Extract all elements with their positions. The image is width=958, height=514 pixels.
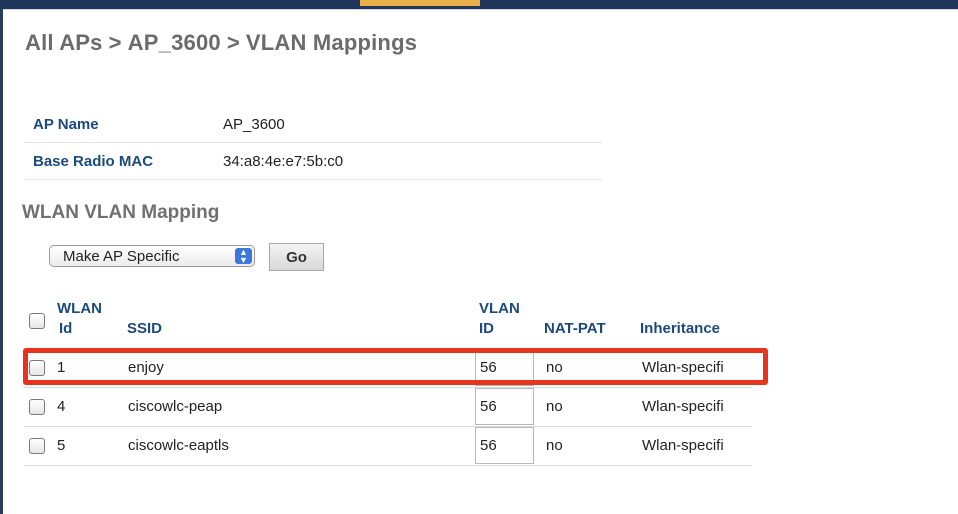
breadcrumb-separator: > xyxy=(108,30,122,55)
ssid-cell: enjoy xyxy=(128,359,164,376)
active-tab-accent xyxy=(360,0,480,6)
table-row: 5 ciscowlc-eaptls no Wlan-specifi xyxy=(24,427,752,466)
nat-pat-cell: no xyxy=(546,359,563,376)
section-title: WLAN VLAN Mapping xyxy=(22,202,220,223)
vlan-id-input[interactable] xyxy=(475,388,534,425)
header-wlan-id: WLAN Id xyxy=(57,299,102,339)
ssid-cell: ciscowlc-eaptls xyxy=(128,437,229,454)
breadcrumb-ap[interactable]: AP_3600 xyxy=(128,30,221,55)
inheritance-cell: Wlan-specifi xyxy=(642,398,724,415)
breadcrumb: All APs > AP_3600 > VLAN Mappings xyxy=(25,30,417,56)
nat-pat-cell: no xyxy=(546,398,563,415)
left-frame-edge xyxy=(0,9,3,514)
ap-name-label: AP Name xyxy=(24,106,203,143)
base-radio-mac-row: Base Radio MAC 34:a8:4e:e7:5b:c0 xyxy=(24,142,602,180)
ap-name-row: AP Name AP_3600 xyxy=(24,106,602,143)
header-inheritance: Inheritance xyxy=(640,320,721,337)
breadcrumb-all-aps[interactable]: All APs xyxy=(25,30,103,55)
select-updown-arrows-icon: ▲ ▼ xyxy=(235,248,252,265)
table-row: 1 enjoy no Wlan-specifi xyxy=(24,349,752,388)
row-checkbox[interactable] xyxy=(29,360,45,376)
inheritance-cell: Wlan-specifi xyxy=(642,437,724,454)
top-divider xyxy=(3,9,958,10)
row-checkbox[interactable] xyxy=(29,399,45,415)
ap-name-value: AP_3600 xyxy=(203,106,602,143)
wlan-id-cell: 4 xyxy=(57,398,66,415)
breadcrumb-current-page: VLAN Mappings xyxy=(245,30,418,55)
header-ssid: SSID xyxy=(127,320,163,337)
header-wlan-id-line1: WLAN xyxy=(57,300,102,317)
breadcrumb-separator: > xyxy=(226,30,240,55)
ap-info-table: AP Name AP_3600 Base Radio MAC 34:a8:4e:… xyxy=(24,106,602,180)
row-checkbox[interactable] xyxy=(29,438,45,454)
select-all-checkbox[interactable] xyxy=(29,313,45,329)
action-select-value: Make AP Specific xyxy=(63,248,180,265)
base-radio-mac-value: 34:a8:4e:e7:5b:c0 xyxy=(203,142,602,180)
wlan-id-cell: 5 xyxy=(57,437,66,454)
nat-pat-cell: no xyxy=(546,437,563,454)
header-nat-pat: NAT-PAT xyxy=(544,320,606,337)
vlan-id-input[interactable] xyxy=(475,427,534,464)
header-wlan-id-line2: Id xyxy=(59,320,73,337)
header-vlan-id: VLAN ID xyxy=(479,299,520,339)
action-select[interactable]: Make AP Specific ▲ ▼ xyxy=(49,245,255,267)
header-vlan-id-line1: VLAN xyxy=(479,300,520,317)
table-row: 4 ciscowlc-peap no Wlan-specifi xyxy=(24,388,752,427)
go-button[interactable]: Go xyxy=(269,243,324,271)
base-radio-mac-label: Base Radio MAC xyxy=(24,142,203,180)
ssid-cell: ciscowlc-peap xyxy=(128,398,223,415)
inheritance-cell: Wlan-specifi xyxy=(642,359,724,376)
header-vlan-id-line2: ID xyxy=(479,320,494,337)
vlan-id-input[interactable] xyxy=(475,349,534,386)
wlan-id-cell: 1 xyxy=(57,359,66,376)
